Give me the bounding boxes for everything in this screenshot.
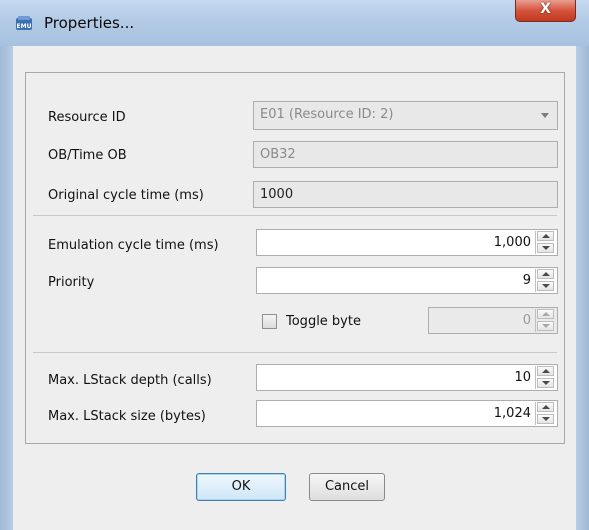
- spin-down-icon[interactable]: [537, 281, 554, 291]
- ob-time-ob-field: OB32: [253, 141, 558, 168]
- priority-value: 9: [522, 273, 531, 288]
- resource-id-label: Resource ID: [48, 110, 126, 125]
- ob-time-ob-label: OB/Time OB: [48, 148, 127, 163]
- priority-spinner[interactable]: 9: [256, 267, 558, 294]
- separator: [33, 352, 557, 353]
- resource-id-dropdown[interactable]: E01 (Resource ID: 2): [253, 101, 558, 130]
- window-border-left: [0, 46, 13, 530]
- toggle-byte-spinner: 0: [428, 307, 558, 334]
- emu-app-icon: EMU: [16, 16, 32, 30]
- spinner-arrows: [535, 269, 556, 292]
- cancel-button[interactable]: Cancel: [309, 473, 385, 501]
- window-border-right: [576, 46, 589, 530]
- lstack-size-spinner[interactable]: 1,024: [256, 400, 558, 427]
- svg-text:EMU: EMU: [17, 23, 32, 30]
- window-title: Properties...: [44, 14, 135, 32]
- emulation-cycle-value: 1,000: [493, 235, 531, 250]
- spin-down-icon: [537, 321, 554, 331]
- lstack-depth-spinner[interactable]: 10: [256, 364, 558, 391]
- spinner-arrows: [535, 366, 556, 389]
- close-icon: X: [540, 1, 551, 17]
- chevron-down-icon: [541, 113, 549, 118]
- emulation-cycle-spinner[interactable]: 1,000: [256, 229, 558, 256]
- spinner-arrows: [535, 309, 556, 332]
- lstack-depth-label: Max. LStack depth (calls): [48, 373, 212, 388]
- title-bar[interactable]: EMU Properties... X: [0, 0, 589, 47]
- spinner-arrows: [535, 402, 556, 425]
- lstack-size-label: Max. LStack size (bytes): [48, 409, 206, 424]
- spin-down-icon[interactable]: [537, 243, 554, 253]
- spin-up-icon[interactable]: [537, 269, 554, 279]
- toggle-byte-label: Toggle byte: [286, 314, 361, 329]
- ok-button[interactable]: OK: [196, 473, 286, 501]
- original-cycle-field: 1000: [253, 181, 558, 208]
- properties-dialog: EMU Properties... X Resource ID E01 (Res…: [0, 0, 589, 530]
- priority-label: Priority: [48, 275, 95, 290]
- spin-up-icon: [537, 309, 554, 319]
- ob-time-ob-value: OB32: [260, 147, 296, 162]
- spin-up-icon[interactable]: [537, 231, 554, 241]
- lstack-size-value: 1,024: [493, 406, 531, 421]
- resource-id-value: E01 (Resource ID: 2): [260, 107, 394, 122]
- separator: [33, 215, 557, 216]
- original-cycle-value: 1000: [260, 187, 294, 202]
- toggle-byte-value: 0: [522, 313, 531, 328]
- original-cycle-label: Original cycle time (ms): [48, 188, 204, 203]
- close-button[interactable]: X: [515, 0, 576, 22]
- spin-up-icon[interactable]: [537, 402, 554, 412]
- spinner-arrows: [535, 231, 556, 254]
- lstack-depth-value: 10: [514, 370, 531, 385]
- spin-down-icon[interactable]: [537, 378, 554, 388]
- emulation-cycle-label: Emulation cycle time (ms): [48, 238, 219, 253]
- toggle-byte-checkbox[interactable]: [262, 314, 277, 329]
- spin-up-icon[interactable]: [537, 366, 554, 376]
- spin-down-icon[interactable]: [537, 414, 554, 424]
